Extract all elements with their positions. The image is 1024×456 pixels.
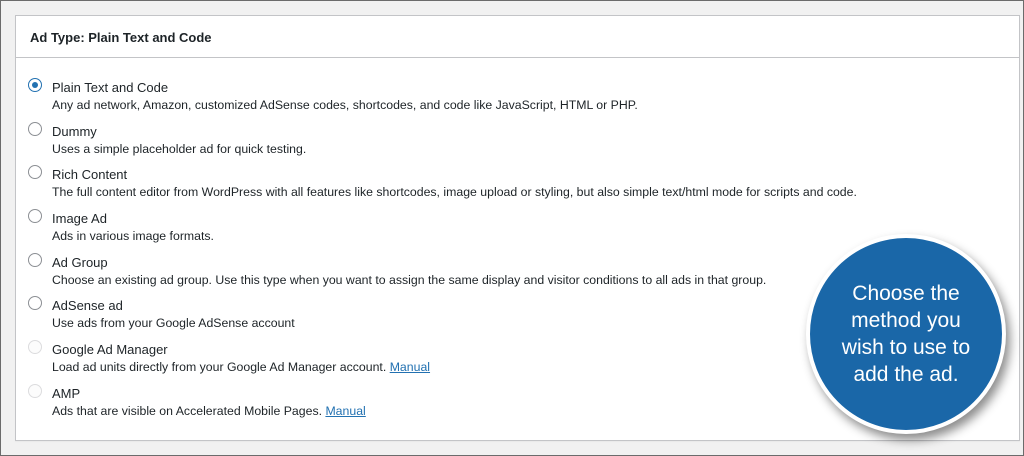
option-label[interactable]: Dummy (52, 124, 97, 139)
option-label: Google Ad Manager (52, 342, 168, 358)
radio-ad-group[interactable] (28, 252, 42, 267)
radio-image-ad[interactable] (28, 209, 42, 224)
option-label[interactable]: Rich Content (52, 167, 127, 182)
manual-link[interactable]: Manual (390, 360, 430, 374)
radio-amp (28, 383, 42, 398)
radio-rich-content[interactable] (28, 165, 42, 180)
screenshot-frame: Ad Type: Plain Text and Code Plain Text … (0, 0, 1024, 456)
option-description-text: Ads that are visible on Accelerated Mobi… (52, 403, 323, 418)
option-description: Load ad units directly from your Google … (52, 360, 430, 374)
option-description: Use ads from your Google AdSense account (52, 316, 295, 331)
option-label: AMP (52, 385, 81, 401)
option-description-text: Load ad units directly from your Google … (52, 360, 387, 375)
callout-text: Choose the method you wish to use to add… (841, 282, 971, 386)
radio-dummy[interactable] (28, 121, 42, 136)
option-description: The full content editor from WordPress w… (52, 185, 857, 200)
panel-title: Ad Type: Plain Text and Code (16, 16, 1019, 58)
radio-plain-text-and-code[interactable] (28, 78, 42, 92)
option-description: Ads in various image formats. (52, 229, 214, 244)
instruction-callout: Choose the method you wish to use to add… (806, 234, 1006, 434)
radio-adsense-ad[interactable] (28, 296, 42, 311)
option-label[interactable]: AdSense ad (52, 298, 123, 313)
radio-google-ad-manager (28, 340, 42, 355)
option-label[interactable]: Ad Group (52, 255, 108, 270)
manual-link[interactable]: Manual (325, 404, 365, 418)
option-description: Choose an existing ad group. Use this ty… (52, 272, 767, 287)
option-description: Ads that are visible on Accelerated Mobi… (52, 404, 366, 418)
option-description: Uses a simple placeholder ad for quick t… (52, 141, 307, 156)
option-description: Any ad network, Amazon, customized AdSen… (52, 98, 638, 112)
option-label[interactable]: Plain Text and Code (52, 80, 168, 95)
option-label[interactable]: Image Ad (52, 211, 107, 226)
